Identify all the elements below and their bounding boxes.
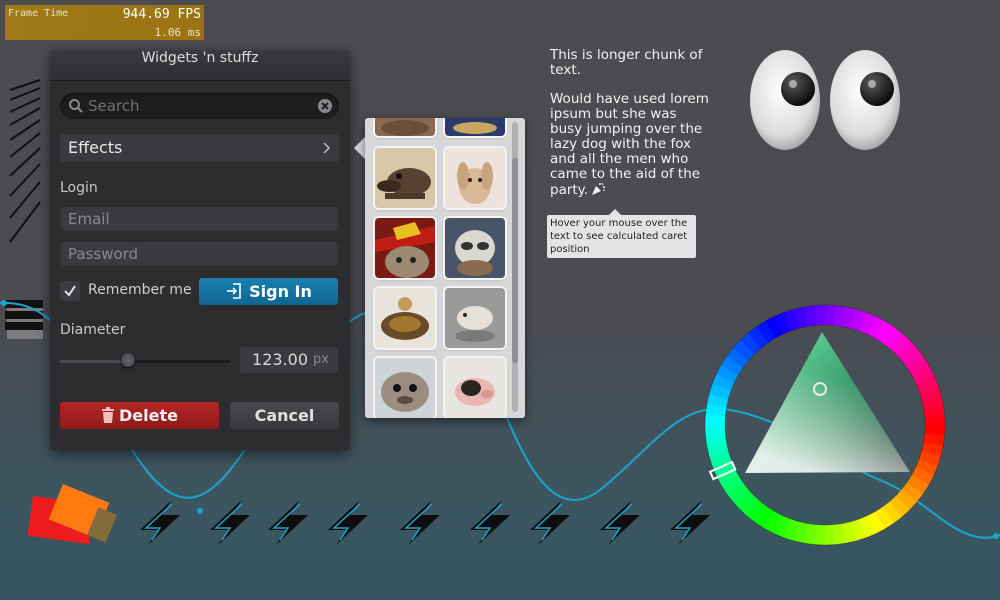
remember-checkbox[interactable] [60,281,80,301]
thumbnail-bunny[interactable] [445,148,505,208]
popup-scrollbar[interactable] [512,122,518,412]
thumbnail-baby-sloth[interactable] [445,218,505,278]
hue-segment [824,524,836,545]
hue-segment [814,305,826,326]
color-blocks [27,484,117,545]
effects-label: Effects [68,138,123,157]
sign-in-label: Sign In [249,282,312,301]
diameter-input[interactable]: 123.00 px [240,347,338,373]
popup-arrow [354,137,365,159]
curve-point [197,508,203,514]
trash-icon [102,407,115,423]
thumbnail-animal-top-1[interactable] [375,118,435,136]
color-wheel[interactable] [704,304,946,546]
effects-dropdown[interactable]: Effects [60,134,339,162]
delete-button[interactable]: Delete [60,402,219,429]
text-paragraph-1[interactable]: This is longer chunk of text. [550,48,710,78]
curve-point [993,533,999,539]
curve-point [1,300,7,306]
thumbnail-pig[interactable] [445,358,505,418]
diameter-value: 123.00 [252,350,308,369]
remember-me-label[interactable]: Remember me [88,282,192,298]
fps-graph-label: Frame Time [8,8,69,19]
window-title[interactable]: Widgets 'n stuffz [50,50,350,81]
party-popper-icon [592,182,606,195]
thumbnail-hamster[interactable] [445,288,505,348]
clear-search-icon[interactable] [318,99,332,113]
diameter-slider[interactable] [60,353,230,367]
search-box[interactable] [60,93,339,119]
thumbnail-tortoise[interactable] [375,288,435,348]
email-input[interactable] [66,208,335,230]
thumbnail-animal-top-2[interactable] [445,118,505,136]
password-field[interactable] [60,240,339,266]
checkmark-icon [64,285,76,297]
password-input[interactable] [66,243,335,265]
chevron-right-icon [323,142,331,154]
googly-eyes [750,50,900,150]
login-heading: Login [60,180,98,196]
delete-label: Delete [119,406,178,425]
email-field[interactable] [60,205,339,231]
fps-graph: Frame Time 944.69 FPS 1.06 ms [5,5,204,40]
text-block[interactable]: This is longer chunk of text. Would have… [550,48,710,212]
thumbnail-popup[interactable] [365,118,525,418]
thumbnail-shrew[interactable] [375,148,435,208]
caret-tooltip: Hover your mouse over the text to see ca… [547,209,696,258]
diameter-slider-knob[interactable] [121,353,135,367]
cancel-button[interactable]: Cancel [230,402,339,429]
text-paragraph-2[interactable]: Would have used lorem ipsum but she was … [550,92,710,198]
hue-segment [924,414,945,426]
fps-value: 944.69 FPS [122,7,201,22]
login-icon [227,283,241,299]
hue-segment [705,424,726,436]
hatch-lines [9,79,41,243]
text-paragraph-2-body: Would have used lorem ipsum but she was … [550,91,709,198]
zigzag-row [140,499,711,546]
thumbnail-cat-hat[interactable] [375,218,435,278]
search-input[interactable] [86,95,310,117]
search-icon [69,99,83,113]
sign-in-button[interactable]: Sign In [199,278,338,305]
diameter-label: Diameter [60,322,126,338]
frame-time-value: 1.06 ms [154,26,201,39]
widgets-window[interactable]: Widgets 'n stuffz Effects Login Remember… [50,50,350,450]
diameter-slider-fill [60,360,128,363]
diameter-unit: px [313,352,329,367]
thumbnail-seal[interactable] [375,358,435,418]
popup-scrollbar-thumb[interactable] [512,158,518,363]
